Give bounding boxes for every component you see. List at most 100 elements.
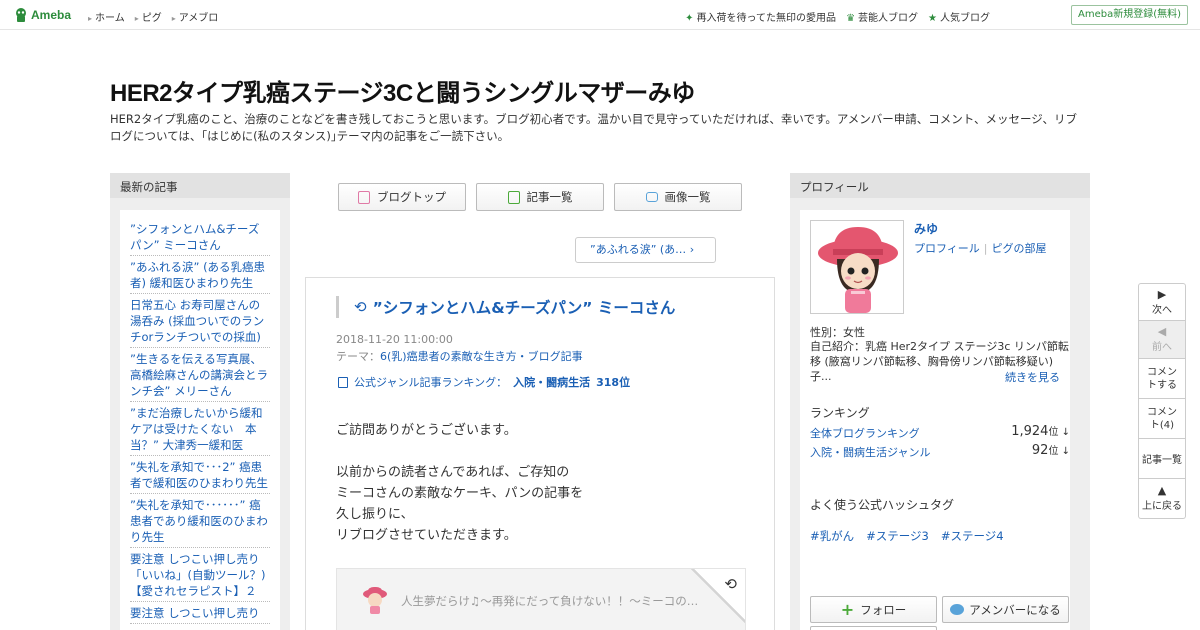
article-list-float-button[interactable]: 記事一覧 [1138,439,1186,479]
camera-icon [645,192,658,202]
plus-icon: + [840,600,855,619]
ranking-row: 全体ブログランキング 1,924位 ↓ [810,423,1070,441]
ranking-unit: 位 ↓ [1048,446,1070,457]
blog-top-label: ブログトップ [377,190,446,204]
ranking-icon [338,376,348,388]
link-muji[interactable]: ✦ 再入荷を待ってた無印の愛用品 [685,9,836,24]
profile-heading: プロフィール [790,173,1090,198]
nav-pigg[interactable]: ピグ [135,9,162,24]
article-list-float-label: 記事一覧 [1142,455,1182,466]
article-title-wrap: ⟲ ”シフォンとハム&チーズパン” ミーコさん [336,296,746,318]
avatar-image [818,227,898,313]
blog-nav-buttons: ブログトップ 記事一覧 画像一覧 [338,183,742,211]
profile-content: みゆ プロフィール | ピグの部屋 性別：女性 自己紹介：乳癌 Her2タイプ ステ… [800,210,1070,630]
hashtag-heading: よく使う公式ハッシュタグ [810,498,955,512]
next-button[interactable]: ▶ 次へ [1138,283,1186,321]
recent-article-link[interactable]: ”失礼を承知で･･･2” 癌患者で緩和医のひまわり先生 [130,456,270,494]
article-list-button[interactable]: 記事一覧 [476,183,604,211]
recent-article-link[interactable]: 要注意 しつこい押し売り [130,602,270,624]
recent-article-link[interactable]: ”失礼を承知で･･････” 癌患者であり緩和医のひまわり先生 [130,494,270,548]
floating-nav: ▶ 次へ ◀ 前へ コメントする コメント(4) 記事一覧 ▲ 上に戻る [1138,283,1186,519]
ranking-value: 1,924 [1011,424,1049,439]
amember-label: アメンバーになる [969,602,1061,617]
triangle-left-icon: ◀ [1157,325,1167,338]
image-list-button[interactable]: 画像一覧 [614,183,742,211]
copy-icon [507,190,520,204]
previous-entry-button[interactable]: ”あふれる涙” (あ… › [575,237,716,263]
rank-value: 318位 [596,376,631,389]
blog-title[interactable]: HER2タイプ乳癌ステージ3Cと闘うシングルマザーみゆ [110,73,695,108]
genre-ranking[interactable]: 公式ジャンル記事ランキング： 入院・闘病生活 318位 [338,374,630,390]
recent-article-link[interactable]: ”シフォンとハム&チーズパン” ミーコさん [130,218,270,256]
amember-icon [950,604,965,615]
recent-articles-list: ”シフォンとハム&チーズパン” ミーコさん ”あふれる涙” (ある乳癌患者) 緩… [120,210,280,630]
recent-article-link[interactable]: ”生きるを伝える写真展、高橋絵麻さんの講演会とランチ会” メリーさん [130,348,270,402]
avatar[interactable] [810,220,904,314]
logo-text: Ameba [31,8,72,22]
ranking-unit: 位 ↓ [1048,427,1070,438]
read-more-link[interactable]: 続きを見る [1005,369,1060,385]
link-celebrity-blog[interactable]: ♛ 芸能人ブログ [846,9,918,24]
recent-article-link[interactable]: ”まだ治療したいから緩和ケアは受けたくない 本当？” 大津秀一緩和医 [130,402,270,456]
follow-button[interactable]: + フォロー [810,596,937,623]
theme-link[interactable]: 6(乳)癌患者の素敵な生き方・ブログ記事 [380,350,583,363]
global-header: Ameba ホーム ピグ アメブロ ✦再入荷を待ってた無印の愛用品 ♛芸能人ブロ… [0,0,1200,30]
sparkle-icon: ✦ [685,13,694,24]
header-links: ✦ 再入荷を待ってた無印の愛用品 ♛ 芸能人ブログ ★ 人気ブログ [685,9,990,24]
amember-button[interactable]: アメンバーになる [942,596,1069,623]
recent-article-link[interactable]: 要注意 しつこい押し売り「いいね」(自動ツール？)【愛されセラピスト】２ [130,548,270,602]
ranking-value: 92 [1031,443,1049,458]
ranking-row: 入院・闘病生活ジャンル 92位 ↓ [810,442,1070,460]
profile-name[interactable]: みゆ [914,220,938,237]
reblog-card[interactable]: ⟲ 人生夢だらけ♫〜再発にだって負けない！！〜ミーコの… [336,568,746,630]
nav-ameblo[interactable]: アメブロ [172,9,219,24]
hashtag-link[interactable]: #ステージ3 [866,528,929,544]
ranking-link[interactable]: 全体ブログランキング [810,427,920,440]
article-paragraph: 以前からの読者さんであれば、ご存知の ミーコさんの素敵なケーキ、パンの記事を 久… [336,465,584,543]
nav-home[interactable]: ホーム [88,9,125,24]
reblog-corner-icon: ⟲ [724,575,737,593]
reblog-card-text: 人生夢だらけ♫〜再発にだって負けない！！〜ミーコの… [401,594,699,608]
recent-article-link[interactable]: 日常五心 お寿司屋さんの湯呑み (採血ついでのランチorランチついでの採血) [130,294,270,348]
blog-description: HER2タイプ乳癌のこと、治療のことなどを書き残しておこうと思います。ブログ初心… [110,112,1077,143]
ranking-value-wrap: 1,924位 ↓ [1011,423,1070,439]
ameba-logo[interactable]: Ameba [14,7,71,23]
blog-top-button[interactable]: ブログトップ [338,183,466,211]
hashtag-link[interactable]: #ステージ4 [941,528,1004,544]
comment-count-label: コメント(4) [1147,406,1177,431]
rank-prefix: 公式ジャンル記事ランキング： [354,376,508,389]
message-button[interactable] [810,626,937,630]
crown-icon: ♛ [846,13,856,24]
hashtag-link[interactable]: #乳がん [810,528,854,544]
article-paragraph: ご訪問ありがとうございます。 [336,423,517,438]
link-popular-blog[interactable]: ★ 人気ブログ [928,9,990,24]
article: ⟲ ”シフォンとハム&チーズパン” ミーコさん 2018-11-20 11:00… [305,277,775,630]
comments-count-button[interactable]: コメント(4) [1138,399,1186,439]
back-to-top-label: 上に戻る [1142,501,1182,512]
recent-article-link[interactable]: ”あふれる涙” (ある乳癌患者) 緩和医ひまわり先生 [130,256,270,294]
profile-links: プロフィール | ピグの部屋 [914,240,1047,256]
ameba-logo-icon [16,8,26,22]
prev-button[interactable]: ◀ 前へ [1138,321,1186,359]
back-to-top-button[interactable]: ▲ 上に戻る [1138,479,1186,519]
hashtag-list: #乳がん #ステージ3 #ステージ4 [810,528,1004,544]
article-date: 2018-11-20 11:00:00 [336,333,453,346]
global-nav: ホーム ピグ アメブロ [88,9,218,24]
triangle-right-icon: ▶ [1157,287,1167,301]
register-button[interactable]: Ameba新規登録(無料) [1070,5,1188,25]
profile-link[interactable]: プロフィール [914,242,980,255]
profile-gender: 性別：女性 [810,326,865,339]
ranking-heading: ランキング [810,406,870,420]
chevron-right-icon: › [689,243,695,256]
ranking-value-wrap: 92位 ↓ [1032,442,1070,458]
article-list-label: 記事一覧 [526,190,573,204]
pigg-room-link[interactable]: ピグの部屋 [992,242,1047,255]
recent-articles-panel: 最新の記事 ”シフォンとハム&チーズパン” ミーコさん ”あふれる涙” (ある乳… [110,173,290,630]
ranking-link[interactable]: 入院・闘病生活ジャンル [810,446,930,459]
theme-prefix: テーマ： [336,350,380,363]
comment-button[interactable]: コメントする [1138,359,1186,399]
article-title[interactable]: ”シフォンとハム&チーズパン” ミーコさん [373,296,676,318]
article-theme: テーマ：6(乳)癌患者の素敵な生き方・ブログ記事 [336,348,583,364]
star-icon: ★ [928,13,937,24]
triangle-up-icon: ▲ [1157,484,1167,497]
